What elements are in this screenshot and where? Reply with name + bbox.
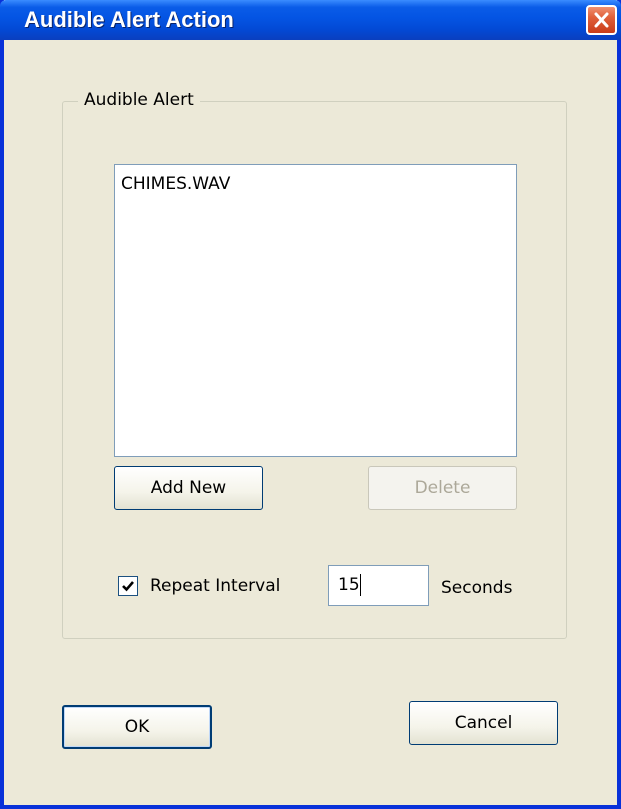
cancel-button[interactable]: Cancel [409, 701, 558, 745]
cancel-button-label: Cancel [454, 713, 513, 733]
repeat-interval-label: Repeat Interval [150, 576, 281, 596]
delete-button[interactable]: Delete [368, 466, 517, 510]
list-item[interactable]: CHIMES.WAV [121, 173, 230, 195]
repeat-interval-checkbox[interactable] [118, 576, 138, 596]
groupbox-label: Audible Alert [78, 89, 200, 111]
repeat-interval-value: 15 [338, 575, 360, 595]
checkmark-icon [122, 581, 134, 592]
close-icon [594, 12, 609, 28]
ok-button[interactable]: OK [62, 705, 212, 749]
window-title: Audible Alert Action [24, 7, 234, 32]
text-caret [360, 574, 361, 596]
seconds-label: Seconds [441, 578, 513, 598]
add-new-button-label: Add New [150, 478, 227, 498]
delete-button-label: Delete [414, 478, 471, 498]
repeat-interval-input[interactable]: 15 [328, 565, 429, 606]
close-button[interactable] [586, 5, 617, 35]
ok-button-label: OK [124, 717, 150, 737]
sound-file-listbox[interactable]: CHIMES.WAV [114, 164, 517, 457]
add-new-button[interactable]: Add New [114, 466, 263, 510]
title-bar[interactable]: Audible Alert Action [0, 0, 621, 40]
